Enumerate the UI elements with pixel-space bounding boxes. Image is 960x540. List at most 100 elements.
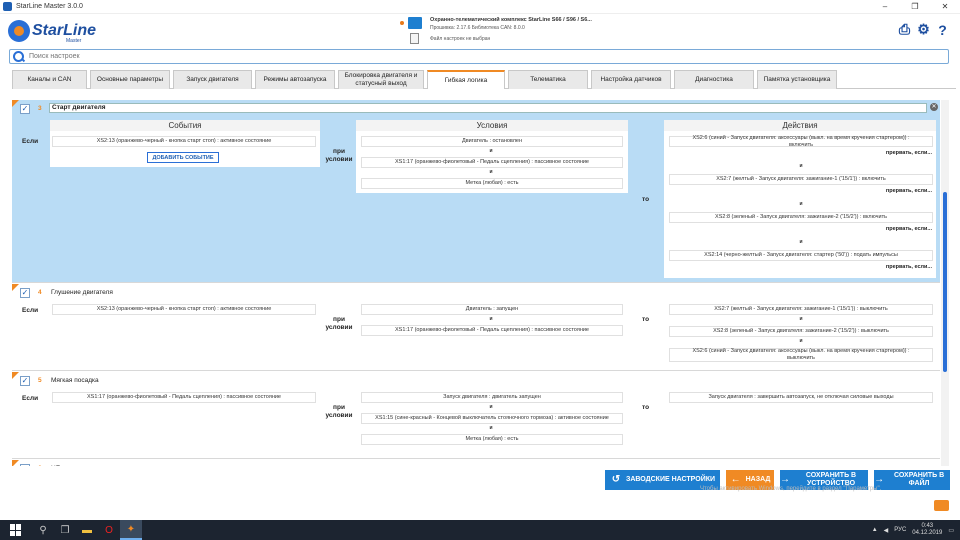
search-input[interactable] — [29, 53, 429, 60]
volume-icon[interactable]: ◀ — [884, 527, 889, 534]
rule-flag-icon — [12, 100, 19, 107]
rule-number: 3 — [38, 105, 42, 112]
under-condition-label: при условии — [325, 404, 353, 419]
minimize-button[interactable]: – — [870, 0, 900, 14]
taskbar: ⚲ ❐ ▬ O ✦ ▲ ◀ РУС 0:43 04.12.2019 ▭ — [0, 520, 960, 540]
condition-item[interactable]: Запуск двигателя : двигатель запущен — [361, 392, 623, 403]
tab-6[interactable]: Гибкая логика — [427, 70, 505, 89]
language-indicator[interactable]: РУС — [894, 527, 906, 533]
close-button[interactable]: ✕ — [930, 0, 960, 14]
logic-rules-list: ✓ 3 Старт двигателя ✕ Если События XS2:13 (ора… — [12, 100, 940, 466]
logo-mark-icon — [8, 20, 30, 42]
conditions-header: Условия — [356, 120, 628, 131]
action-item[interactable]: XS2:8 (зеленый - Запуск двигателя: зажиг… — [669, 326, 933, 337]
action-item[interactable]: XS2:8 (зеленый - Запуск двигателя: зажиг… — [669, 212, 933, 223]
delete-rule-icon[interactable]: ✕ — [930, 103, 938, 111]
restore-button[interactable]: ❐ — [900, 0, 930, 14]
printer-icon[interactable]: ⎙ — [897, 21, 912, 37]
and-label: и — [489, 169, 493, 175]
event-item[interactable]: XS2:13 (оранжево-черный - кнопка старт с… — [52, 304, 316, 315]
action-item[interactable]: XS2:6 (синий - Запуск двигателя: аксессу… — [669, 348, 933, 362]
interrupt-if-link[interactable]: прервать, если... — [814, 226, 932, 232]
rule-number: 5 — [38, 377, 42, 384]
tab-bar: Каналы и CAN Основные параметры Запуск дви… — [12, 70, 956, 89]
search-icon — [13, 50, 25, 63]
rule-name: Глушение двигателя — [51, 289, 113, 296]
starline-master-taskbar-icon[interactable]: ✦ — [120, 520, 142, 540]
add-event-button[interactable]: ДОБАВИТЬ СОБЫТИЕ — [147, 152, 219, 163]
event-item[interactable]: XS1:17 (оранжево-фиолетовый - Педаль сце… — [52, 392, 316, 403]
opera-icon[interactable]: O — [98, 520, 120, 540]
arrow-right-icon: → — [780, 474, 790, 485]
tab-10[interactable]: Памятка установщика — [757, 70, 837, 89]
window-title: StarLine Master 3.0.0 — [16, 3, 83, 10]
tab-1[interactable]: Каналы и CAN — [12, 70, 87, 89]
event-item[interactable]: XS2:13 (оранжево-черный - кнопка старт с… — [52, 136, 316, 147]
interrupt-if-link[interactable]: прервать, если... — [814, 188, 932, 194]
and-label: и — [489, 316, 493, 322]
actions-column: Запуск двигателя : завершить автозапуск,… — [664, 388, 936, 414]
activation-watermark: Чтобы активировать Windows, перейдите в … — [700, 486, 882, 492]
save-to-file-button[interactable]: → СОХРАНИТЬ В ФАЙЛ — [874, 470, 950, 490]
device-info[interactable]: Охранно-телематический комплекс StarLine… — [398, 16, 598, 46]
then-label: то — [642, 196, 650, 203]
clock[interactable]: 0:43 04.12.2019 — [912, 523, 942, 537]
device-name: Охранно-телематический комплекс StarLine… — [430, 17, 592, 23]
events-column: XS1:17 (оранжево-фиолетовый - Педаль сце… — [50, 388, 320, 410]
rule-enabled-checkbox[interactable]: ✓ — [20, 288, 30, 298]
chat-icon[interactable] — [934, 500, 949, 511]
if-label: Если — [22, 395, 39, 402]
action-item[interactable]: XS2:14 (черно-желтый - Запуск двигателя:… — [669, 250, 933, 261]
actions-column: Действия XS2:6 (синий - Запуск двигателя:… — [664, 120, 936, 278]
and-label: и — [489, 404, 493, 410]
arrow-right-icon: → — [874, 474, 885, 485]
interrupt-if-link[interactable]: прервать, если... — [814, 264, 932, 270]
tab-2[interactable]: Основные параметры — [90, 70, 170, 89]
search-bar[interactable] — [9, 49, 949, 64]
task-view-icon[interactable]: ❐ — [54, 520, 76, 540]
condition-item[interactable]: Двигатель : остановлен — [361, 136, 623, 147]
gear-icon[interactable]: ⚙ — [916, 21, 931, 37]
action-item[interactable]: XS2:7 (желтый - Запуск двигателя: зажига… — [669, 174, 933, 185]
condition-item[interactable]: Метка (любая) : есть — [361, 434, 623, 445]
windows-start-icon[interactable] — [10, 524, 22, 536]
notifications-icon[interactable]: ▭ — [948, 527, 954, 534]
file-explorer-icon[interactable]: ▬ — [76, 520, 98, 540]
if-label: Если — [22, 138, 39, 145]
rule-enabled-checkbox[interactable]: ✓ — [20, 104, 30, 114]
then-label: то — [642, 404, 650, 411]
tab-5[interactable]: Блокировка двигателя и статусный выход — [338, 70, 424, 89]
network-icon[interactable]: ▲ — [872, 527, 878, 533]
condition-item[interactable]: Двигатель : запущен — [361, 304, 623, 315]
rule-name[interactable]: Старт двигателя — [49, 103, 927, 113]
search-icon[interactable]: ⚲ — [32, 520, 54, 540]
condition-item[interactable]: XS1:15 (сине-красный - Концевой выключат… — [361, 413, 623, 424]
vertical-scrollbar[interactable] — [941, 100, 949, 466]
device-icon — [408, 17, 422, 29]
app-header: StarLine Master Охранно-телематический к… — [0, 14, 960, 48]
help-icon[interactable]: ? — [935, 22, 950, 38]
events-header: События — [50, 120, 320, 131]
tab-4[interactable]: Режимы автозапуска — [255, 70, 335, 89]
action-item[interactable]: XS2:6 (синий - Запуск двигателя: аксессу… — [669, 135, 933, 148]
rule-enabled-checkbox[interactable]: ✓ — [20, 376, 30, 386]
rule-flag-icon — [12, 372, 19, 379]
action-item[interactable]: Запуск двигателя : завершить автозапуск,… — [669, 392, 933, 403]
and-label: и — [799, 239, 803, 245]
interrupt-if-link[interactable]: прервать, если... — [814, 150, 932, 156]
rule-flag-icon — [12, 284, 19, 291]
condition-item[interactable]: XS1:17 (оранжево-фиолетовый - Педаль сце… — [361, 325, 623, 336]
tab-8[interactable]: Настройка датчиков — [591, 70, 671, 89]
tab-9[interactable]: Диагностика — [674, 70, 754, 89]
actions-header: Действия — [664, 120, 936, 131]
logic-rule: ✓ 3 Старт двигателя ✕ Если События XS2:13 (ора… — [12, 100, 940, 283]
and-label: и — [489, 148, 493, 154]
status-dot-icon — [400, 21, 404, 25]
condition-item[interactable]: Метка (любая) : есть — [361, 178, 623, 189]
tab-3[interactable]: Запуск двигателя — [173, 70, 252, 89]
scrollbar-thumb[interactable] — [943, 192, 947, 372]
condition-item[interactable]: XS1:17 (оранжево-фиолетовый - Педаль сце… — [361, 157, 623, 168]
tab-7[interactable]: Телематика — [508, 70, 588, 89]
action-item[interactable]: XS2:7 (желтый - Запуск двигателя: зажига… — [669, 304, 933, 315]
and-label: и — [799, 163, 803, 169]
